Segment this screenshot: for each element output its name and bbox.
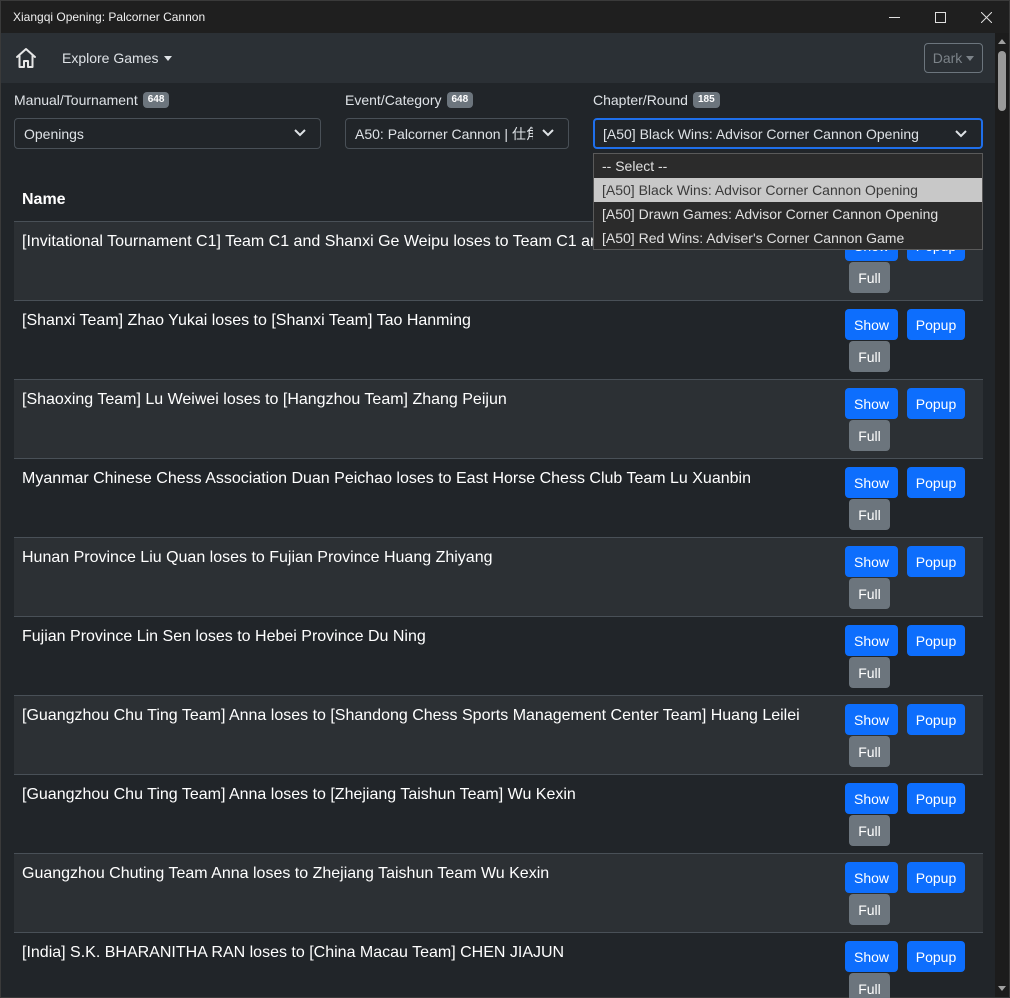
game-name: Hunan Province Liu Quan loses to Fujian … bbox=[22, 549, 493, 566]
chapter-count-badge: 185 bbox=[692, 92, 720, 108]
show-button[interactable]: Show bbox=[845, 625, 898, 656]
home-icon[interactable] bbox=[14, 46, 38, 70]
chevron-down-icon bbox=[294, 129, 306, 137]
scroll-up-arrow-icon[interactable] bbox=[998, 39, 1006, 44]
full-button[interactable]: Full bbox=[849, 973, 890, 998]
game-name: [Shaoxing Team] Lu Weiwei loses to [Hang… bbox=[22, 391, 507, 408]
minimize-icon[interactable] bbox=[871, 1, 917, 33]
manual-tournament-value: Openings bbox=[24, 125, 84, 142]
chevron-down-icon bbox=[955, 130, 967, 138]
window-title: Xiangqi Opening: Palcorner Cannon bbox=[13, 10, 206, 24]
dropdown-option[interactable]: [A50] Drawn Games: Advisor Corner Cannon… bbox=[594, 202, 982, 226]
game-name: [India] S.K. BHARANITHA RAN loses to [Ch… bbox=[22, 944, 565, 961]
full-button[interactable]: Full bbox=[849, 499, 890, 530]
theme-label: Dark bbox=[932, 50, 963, 66]
chapter-round-value: [A50] Black Wins: Advisor Corner Cannon … bbox=[603, 125, 919, 142]
scroll-thumb[interactable] bbox=[998, 51, 1006, 111]
chapter-round-select[interactable]: [A50] Black Wins: Advisor Corner Cannon … bbox=[593, 118, 983, 149]
manual-tournament-select[interactable]: Openings bbox=[14, 118, 321, 149]
game-name: [Guangzhou Chu Ting Team] Anna loses to … bbox=[22, 786, 576, 803]
title-bar: Xiangqi Opening: Palcorner Cannon bbox=[1, 1, 1009, 33]
full-button[interactable]: Full bbox=[849, 657, 890, 688]
game-name: [Shanxi Team] Zhao Yukai loses to [Shanx… bbox=[22, 312, 471, 329]
manual-tournament-label-text: Manual/Tournament bbox=[14, 92, 138, 108]
manual-count-badge: 648 bbox=[142, 92, 170, 108]
full-button[interactable]: Full bbox=[849, 894, 890, 925]
theme-toggle-button[interactable]: Dark bbox=[924, 43, 983, 73]
chapter-round-dropdown-list: -- Select -- [A50] Black Wins: Advisor Co… bbox=[593, 153, 983, 250]
popup-button[interactable]: Popup bbox=[907, 309, 965, 340]
scroll-down-arrow-icon[interactable] bbox=[998, 986, 1006, 991]
game-name: Myanmar Chinese Chess Association Duan P… bbox=[22, 470, 751, 487]
explore-games-label: Explore Games bbox=[62, 50, 159, 66]
show-button[interactable]: Show bbox=[845, 941, 898, 972]
close-icon[interactable] bbox=[963, 1, 1009, 33]
full-button[interactable]: Full bbox=[849, 736, 890, 767]
manual-tournament-label: Manual/Tournament 648 bbox=[14, 92, 170, 108]
popup-button[interactable]: Popup bbox=[907, 467, 965, 498]
maximize-icon[interactable] bbox=[917, 1, 963, 33]
game-name: [Guangzhou Chu Ting Team] Anna loses to … bbox=[22, 707, 800, 724]
caret-down-icon bbox=[966, 55, 975, 61]
popup-button[interactable]: Popup bbox=[907, 941, 965, 972]
chevron-down-icon bbox=[542, 129, 554, 137]
show-button[interactable]: Show bbox=[845, 783, 898, 814]
full-button[interactable]: Full bbox=[849, 815, 890, 846]
show-button[interactable]: Show bbox=[845, 546, 898, 577]
table-row: [Guangzhou Chu Ting Team] Anna loses to … bbox=[14, 695, 983, 774]
event-count-badge: 648 bbox=[446, 92, 474, 108]
chapter-round-label: Chapter/Round 185 bbox=[593, 92, 720, 108]
game-name: Guangzhou Chuting Team Anna loses to Zhe… bbox=[22, 865, 550, 882]
show-button[interactable]: Show bbox=[845, 309, 898, 340]
event-category-label-text: Event/Category bbox=[345, 92, 442, 108]
popup-button[interactable]: Popup bbox=[907, 704, 965, 735]
event-category-label: Event/Category 648 bbox=[345, 92, 474, 108]
popup-button[interactable]: Popup bbox=[907, 546, 965, 577]
table-row: Myanmar Chinese Chess Association Duan P… bbox=[14, 458, 983, 537]
game-name: Fujian Province Lin Sen loses to Hebei P… bbox=[22, 628, 426, 645]
event-category-select[interactable]: A50: Palcorner Cannon | 仕角炮 bbox=[345, 118, 569, 149]
popup-button[interactable]: Popup bbox=[907, 625, 965, 656]
table-row: Fujian Province Lin Sen loses to Hebei P… bbox=[14, 616, 983, 695]
popup-button[interactable]: Popup bbox=[907, 862, 965, 893]
dropdown-option[interactable]: -- Select -- bbox=[594, 154, 982, 178]
caret-down-icon bbox=[164, 55, 173, 61]
table-row: [India] S.K. BHARANITHA RAN loses to [Ch… bbox=[14, 932, 983, 998]
popup-button[interactable]: Popup bbox=[907, 388, 965, 419]
full-button[interactable]: Full bbox=[849, 578, 890, 609]
app-window: Xiangqi Opening: Palcorner Cannon Explor… bbox=[0, 0, 1010, 998]
show-button[interactable]: Show bbox=[845, 704, 898, 735]
dropdown-option[interactable]: [A50] Black Wins: Advisor Corner Cannon … bbox=[594, 178, 982, 202]
full-button[interactable]: Full bbox=[849, 420, 890, 451]
vertical-scrollbar[interactable] bbox=[995, 33, 1009, 997]
chapter-round-label-text: Chapter/Round bbox=[593, 92, 688, 108]
explore-games-menu[interactable]: Explore Games bbox=[62, 50, 173, 66]
table-row: [Shanxi Team] Zhao Yukai loses to [Shanx… bbox=[14, 300, 983, 379]
dropdown-option[interactable]: [A50] Red Wins: Adviser's Corner Cannon … bbox=[594, 226, 982, 250]
table-row: Guangzhou Chuting Team Anna loses to Zhe… bbox=[14, 853, 983, 932]
popup-button[interactable]: Popup bbox=[907, 783, 965, 814]
full-button[interactable]: Full bbox=[849, 262, 890, 293]
games-table-body: [Invitational Tournament C1] Team C1 and… bbox=[14, 221, 983, 998]
show-button[interactable]: Show bbox=[845, 388, 898, 419]
event-category-value: A50: Palcorner Cannon | 仕角炮 bbox=[355, 125, 533, 142]
table-row: [Shaoxing Team] Lu Weiwei loses to [Hang… bbox=[14, 379, 983, 458]
table-row: Hunan Province Liu Quan loses to Fujian … bbox=[14, 537, 983, 616]
show-button[interactable]: Show bbox=[845, 862, 898, 893]
table-row: [Guangzhou Chu Ting Team] Anna loses to … bbox=[14, 774, 983, 853]
navbar: Explore Games Dark bbox=[1, 33, 995, 83]
show-button[interactable]: Show bbox=[845, 467, 898, 498]
full-button[interactable]: Full bbox=[849, 341, 890, 372]
